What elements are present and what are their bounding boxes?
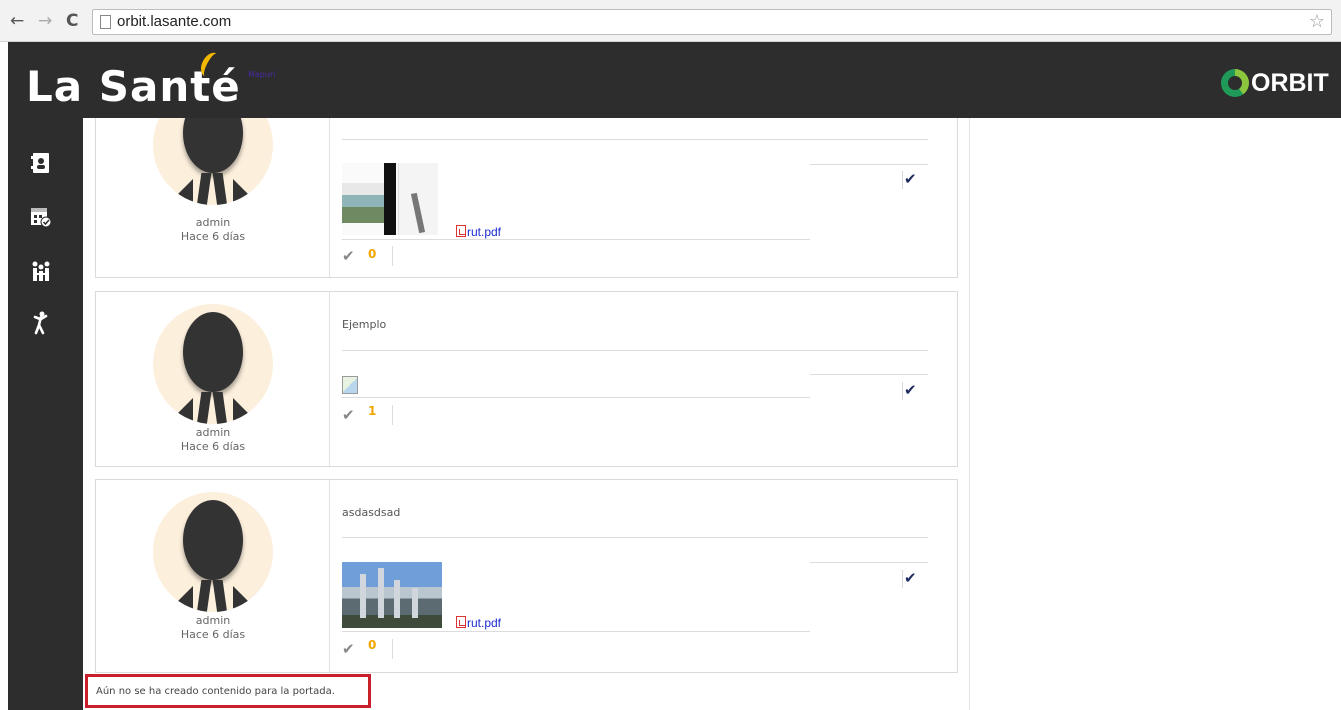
post-author: admin Hace 6 días [96,480,330,672]
post-title: asdasdsad [342,506,401,519]
post-card: admin Hace 6 días asdasdsad rut.pdf ✔ ✔ … [95,479,958,673]
back-arrow-icon[interactable]: ← [10,10,24,32]
approve-check-icon[interactable]: ✔ [904,569,917,587]
post-time: Hace 6 días [180,440,246,453]
post-image-book-cover[interactable] [342,163,438,235]
post-body: asdasdsad rut.pdf ✔ ✔ 0 [342,480,942,672]
orbit-logo: ORBIT [1221,68,1341,98]
user-avatar [153,304,273,424]
post-image-broken[interactable] [342,376,358,394]
post-card: admin Hace 6 días Ejemplo ✔ ✔ 1 [95,291,958,467]
orbit-ring-icon [1221,69,1249,97]
attachment-link[interactable]: rut.pdf [456,616,501,630]
post-title: Ejemplo [342,318,387,331]
author-name[interactable]: admin [96,614,330,627]
separator [392,405,393,425]
separator [902,171,903,189]
user-avatar [153,118,273,205]
calendar-check-icon [31,208,52,228]
empty-frontpage-notice: Aún no se ha creado contenido para la po… [85,674,371,708]
approve-check-icon[interactable]: ✔ [904,381,917,399]
orbit-logo-text: ORBIT [1251,69,1329,97]
like-check-icon[interactable]: ✔ [342,640,355,658]
sidebar [8,118,83,710]
url-text[interactable]: orbit.lasante.com [117,13,231,30]
brand-subtitle: Mapuri [248,70,276,79]
separator [392,246,393,266]
browser-toolbar: ← → C orbit.lasante.com ☆ [0,0,1341,42]
post-time: Hace 6 días [180,628,246,641]
reload-icon[interactable]: C [66,10,78,32]
like-check-icon[interactable]: ✔ [342,406,355,424]
divider [342,537,928,538]
like-count: 0 [368,247,377,261]
attachment-link[interactable]: rut.pdf [456,225,501,239]
separator [902,570,903,588]
separator [902,382,903,400]
page-icon [100,15,111,29]
author-name[interactable]: admin [96,216,330,229]
divider [342,239,810,240]
divider [810,562,928,563]
sidebar-item-contacts[interactable] [30,150,52,176]
approve-check-icon[interactable]: ✔ [904,170,917,188]
post-time: Hace 6 días [180,230,246,243]
sidebar-item-activity[interactable] [30,310,52,336]
post-author: admin Hace 6 días [96,292,330,466]
contacts-book-icon [31,153,49,173]
like-count: 0 [368,638,377,652]
bookmark-star-icon[interactable]: ☆ [1309,11,1325,32]
forward-arrow-icon[interactable]: → [38,10,52,32]
pdf-icon [456,616,466,628]
person-walking-icon [33,311,48,335]
address-bar[interactable]: orbit.lasante.com ☆ [92,9,1332,35]
user-avatar [153,492,273,612]
separator [392,639,393,659]
sidebar-item-calendar[interactable] [30,204,52,230]
divider [342,631,810,632]
main-content: admin Hace 6 días rut.pdf ✔ ✔ 0 admin Ha [83,118,970,710]
people-meeting-icon [32,261,50,281]
author-name[interactable]: admin [96,426,330,439]
post-body: rut.pdf ✔ ✔ 0 [342,118,942,277]
post-author: admin Hace 6 días [96,118,330,277]
app-header: La Santé Mapuri ORBIT [8,42,1341,118]
post-card: admin Hace 6 días rut.pdf ✔ ✔ 0 [95,118,958,278]
post-image-industrial-plant[interactable] [342,562,442,628]
like-count: 1 [368,404,377,418]
post-body: Ejemplo ✔ ✔ 1 [342,292,942,466]
divider [342,139,928,140]
attachment-filename[interactable]: rut.pdf [467,225,501,239]
sidebar-item-meetings[interactable] [30,258,52,284]
divider [342,350,928,351]
divider [810,374,928,375]
divider [810,164,928,165]
like-check-icon[interactable]: ✔ [342,247,355,265]
pdf-icon [456,225,466,237]
divider [342,397,810,398]
attachment-filename[interactable]: rut.pdf [467,616,501,630]
